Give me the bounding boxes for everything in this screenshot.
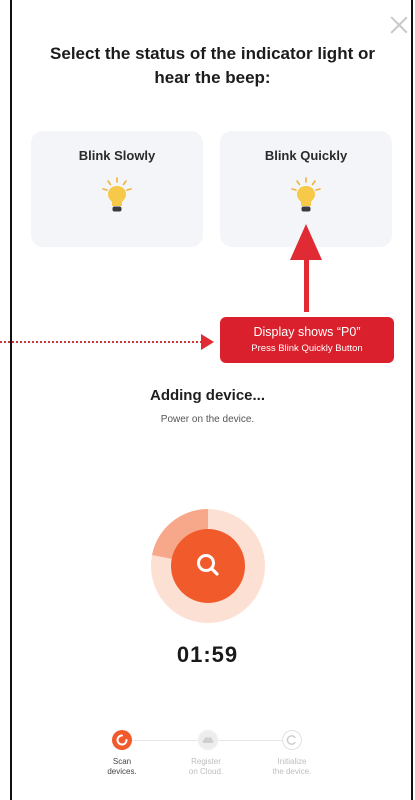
scanning-search-icon	[151, 508, 265, 623]
annotation-callout: Display shows “P0” Press Blink Quickly B…	[220, 317, 394, 363]
page-title: Select the status of the indicator light…	[50, 44, 375, 87]
cloud-step-icon	[198, 730, 218, 750]
annotation-pointer-icon	[201, 334, 214, 350]
blink-slowly-option[interactable]: Blink Slowly	[31, 131, 203, 247]
annotation-dotted-line	[0, 341, 202, 343]
step-label-scan: Scan devices.	[107, 757, 137, 776]
callout-text: Display shows “P0”	[253, 325, 361, 339]
close-icon[interactable]	[388, 14, 410, 36]
step-label-register: Register on Cloud.	[188, 757, 224, 776]
status-subtitle: Power on the device.	[160, 414, 255, 425]
annotation-arrow-shaft	[304, 252, 309, 312]
lightbulb-icon	[102, 177, 132, 212]
lightbulb-icon	[291, 177, 321, 212]
initialize-step-icon	[282, 730, 302, 750]
option-label: Blink Slowly	[78, 148, 156, 163]
countdown-timer: 01:59	[176, 642, 239, 667]
status-title: Adding device...	[149, 387, 266, 404]
scan-step-icon	[112, 730, 132, 750]
option-label: Blink Quickly	[264, 148, 348, 163]
step-label-initialize: Initialize the device.	[272, 757, 312, 776]
callout-instruction: Press Blink Quickly Button	[251, 343, 363, 354]
